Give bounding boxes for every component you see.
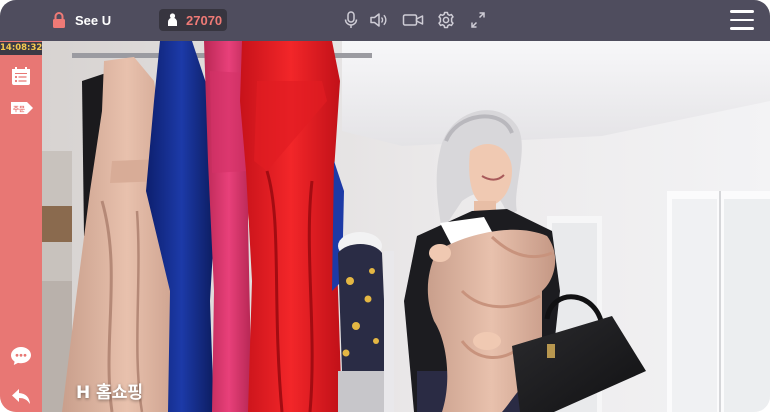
lock-icon <box>53 12 65 28</box>
video-scene <box>42 41 770 412</box>
clock-display: 14:08:32 <box>0 42 43 55</box>
video-feed[interactable]: H 홈쇼핑 <box>42 41 770 412</box>
video-camera-icon[interactable] <box>402 11 424 29</box>
back-arrow-icon[interactable] <box>10 386 32 406</box>
live-stream-window: See U 27070 14:08:32 주문 H 홈쇼핑 <box>0 0 770 412</box>
viewer-count-badge: 27070 <box>159 9 227 31</box>
speaker-icon[interactable] <box>369 11 389 29</box>
top-bar: See U 27070 <box>0 0 770 41</box>
person-icon <box>168 13 177 26</box>
gear-icon[interactable] <box>437 11 457 29</box>
microphone-icon[interactable] <box>341 11 361 29</box>
viewer-count: 27070 <box>186 13 223 28</box>
order-tag-label[interactable]: 주문 <box>13 103 25 113</box>
channel-caption: H 홈쇼핑 <box>76 383 144 403</box>
left-sidebar: 14:08:32 주문 <box>0 41 42 412</box>
hamburger-menu-icon[interactable] <box>730 10 754 32</box>
expand-icon[interactable] <box>468 11 488 29</box>
calendar-list-icon[interactable] <box>10 66 32 86</box>
brand-name: See U <box>75 13 112 28</box>
chat-bubble-icon[interactable] <box>10 346 32 366</box>
